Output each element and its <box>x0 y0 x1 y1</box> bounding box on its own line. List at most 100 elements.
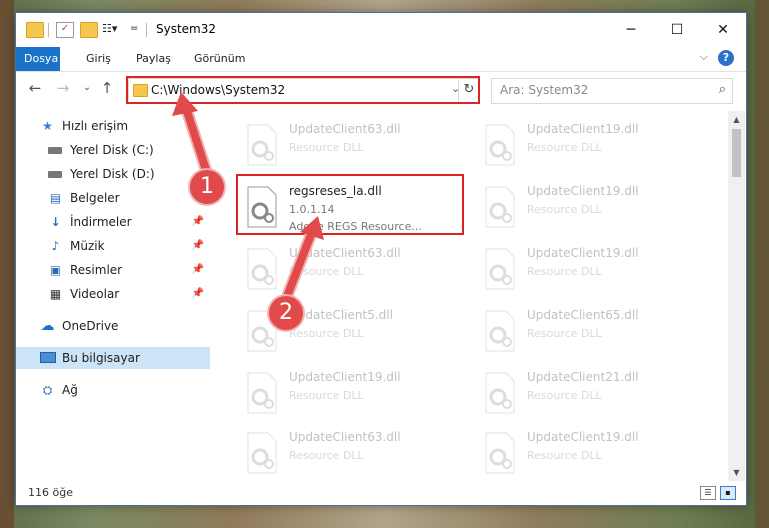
dll-file-icon <box>482 371 518 415</box>
file-item[interactable]: UpdateClient63.dll Resource DLL <box>234 119 464 175</box>
sidebar-item-local-disk-d[interactable]: Yerel Disk (D:) <box>16 163 210 185</box>
background-trunk <box>755 0 769 528</box>
sidebar-item-music[interactable]: ♪ Müzik 📌 <box>16 235 210 257</box>
properties-icon[interactable]: ✓ <box>56 22 74 38</box>
file-name: UpdateClient63.dll <box>289 430 401 444</box>
file-name: UpdateClient19.dll <box>527 184 639 198</box>
window-title: System32 <box>156 22 217 36</box>
file-description: Resource DLL <box>527 389 602 402</box>
step-badge-1: 1 <box>190 170 224 204</box>
sidebar-item-label: İndirmeler <box>70 215 132 229</box>
scroll-down-icon[interactable]: ▼ <box>728 464 745 481</box>
tab-file[interactable]: Dosya <box>16 47 60 71</box>
sidebar-item-documents[interactable]: ▤ Belgeler <box>16 187 210 209</box>
sidebar-item-label: Müzik <box>70 239 105 253</box>
sidebar-item-local-disk-c[interactable]: Yerel Disk (C:) <box>16 139 210 161</box>
file-item[interactable]: UpdateClient63.dll Resource DLL <box>234 243 464 299</box>
dll-file-icon <box>244 371 280 415</box>
sidebar-item-downloads[interactable]: ↓ İndirmeler 📌 <box>16 211 210 233</box>
dll-file-icon <box>244 123 280 167</box>
tab-view[interactable]: Görünüm <box>184 47 255 71</box>
sidebar-item-network[interactable]: ⛭ Ağ <box>16 379 210 401</box>
search-placeholder: Ara: System32 <box>500 83 589 97</box>
quick-access-menu-icon[interactable]: ☷▾ <box>102 22 118 36</box>
pin-icon[interactable]: 📌 <box>192 211 204 233</box>
sidebar-item-label: Ağ <box>62 383 78 397</box>
file-item[interactable]: UpdateClient19.dll Resource DLL <box>472 181 702 237</box>
help-button[interactable]: ? <box>718 50 734 66</box>
minimize-button[interactable]: ─ <box>608 13 654 47</box>
search-icon[interactable]: ⌕ <box>719 82 726 97</box>
sidebar-item-videos[interactable]: ▦ Videolar 📌 <box>16 283 210 305</box>
dll-file-icon <box>244 247 280 291</box>
sidebar-item-quick-access[interactable]: ★ Hızlı erişim <box>16 115 210 137</box>
dll-file-icon <box>482 309 518 353</box>
ribbon: Dosya Giriş Paylaş Görünüm ⌵ ? <box>16 47 746 72</box>
pin-icon[interactable]: 📌 <box>192 283 204 305</box>
search-input[interactable]: Ara: System32 ⌕ <box>491 78 733 104</box>
file-name: UpdateClient65.dll <box>527 308 639 322</box>
file-name: UpdateClient19.dll <box>527 122 639 136</box>
pictures-icon: ▣ <box>49 263 62 277</box>
file-item[interactable]: UpdateClient65.dll Resource DLL <box>472 305 702 361</box>
item-count: 116 öğe <box>28 486 73 499</box>
new-folder-icon[interactable] <box>80 22 98 38</box>
music-icon: ♪ <box>51 239 60 253</box>
file-description: Resource DLL <box>289 389 364 402</box>
sidebar-item-label: Resimler <box>70 263 123 277</box>
step-badge-2: 2 <box>269 296 303 330</box>
tab-home[interactable]: Giriş <box>76 47 121 71</box>
sidebar-item-label: Bu bilgisayar <box>62 351 140 365</box>
file-item[interactable]: UpdateClient19.dll Resource DLL <box>472 243 702 299</box>
scroll-thumb[interactable] <box>732 129 741 177</box>
file-item[interactable]: UpdateClient63.dll Resource DLL <box>234 427 464 479</box>
file-item[interactable]: UpdateClient21.dll Resource DLL <box>472 367 702 423</box>
forward-arrow-icon[interactable]: → <box>54 79 72 97</box>
file-name: UpdateClient63.dll <box>289 246 401 260</box>
customize-toolbar-icon[interactable]: = <box>130 22 146 36</box>
dll-file-icon <box>482 123 518 167</box>
dll-file-icon <box>482 431 518 475</box>
highlight-box <box>236 174 464 235</box>
sidebar-item-label: Hızlı erişim <box>62 119 129 133</box>
computer-icon <box>40 352 56 363</box>
file-description: Resource DLL <box>527 327 602 340</box>
up-arrow-icon[interactable]: ↑ <box>98 79 116 97</box>
star-icon: ★ <box>42 119 53 133</box>
highlight-box <box>126 76 480 104</box>
scroll-up-icon[interactable]: ▲ <box>728 111 745 128</box>
file-item[interactable]: UpdateClient19.dll Resource DLL <box>472 119 702 175</box>
file-description: Resource DLL <box>289 265 364 278</box>
file-description: Resource DLL <box>289 449 364 462</box>
sidebar-item-label: Belgeler <box>70 191 120 205</box>
sidebar-item-this-pc[interactable]: Bu bilgisayar <box>16 347 210 369</box>
folder-icon <box>26 22 44 38</box>
tab-share[interactable]: Paylaş <box>126 47 181 71</box>
back-arrow-icon[interactable]: ← <box>26 79 44 97</box>
sidebar-item-onedrive[interactable]: ☁ OneDrive <box>16 315 210 337</box>
vertical-scrollbar[interactable]: ▲ ▼ <box>728 111 745 481</box>
maximize-button[interactable]: ☐ <box>654 13 700 47</box>
file-description: Resource DLL <box>527 449 602 462</box>
sidebar-item-label: OneDrive <box>62 319 119 333</box>
title-bar: ✓ ☷▾ = System32 ─ ☐ ✕ <box>16 13 746 47</box>
details-view-icon[interactable]: ☰ <box>700 486 716 500</box>
explorer-window: ✓ ☷▾ = System32 ─ ☐ ✕ Dosya Giriş Paylaş… <box>15 12 747 506</box>
file-name: UpdateClient21.dll <box>527 370 639 384</box>
sidebar-item-label: Videolar <box>70 287 120 301</box>
sidebar-item-pictures[interactable]: ▣ Resimler 📌 <box>16 259 210 281</box>
recent-dropdown-icon[interactable]: ⌄ <box>78 79 96 97</box>
pin-icon[interactable]: 📌 <box>192 235 204 257</box>
large-icons-view-icon[interactable]: ▪ <box>720 486 736 500</box>
close-button[interactable]: ✕ <box>700 13 746 47</box>
dll-file-icon <box>244 431 280 475</box>
pin-icon[interactable]: 📌 <box>192 259 204 281</box>
divider <box>146 23 147 37</box>
documents-icon: ▤ <box>49 191 62 205</box>
chevron-down-icon[interactable]: ⌵ <box>700 50 708 64</box>
file-item[interactable]: UpdateClient19.dll Resource DLL <box>234 367 464 423</box>
cloud-icon: ☁ <box>40 318 55 334</box>
file-item[interactable]: UpdateClient19.dll Resource DLL <box>472 427 702 479</box>
file-list: UpdateClient63.dll Resource DLL UpdateCl… <box>222 111 727 479</box>
file-description: Resource DLL <box>527 203 602 216</box>
